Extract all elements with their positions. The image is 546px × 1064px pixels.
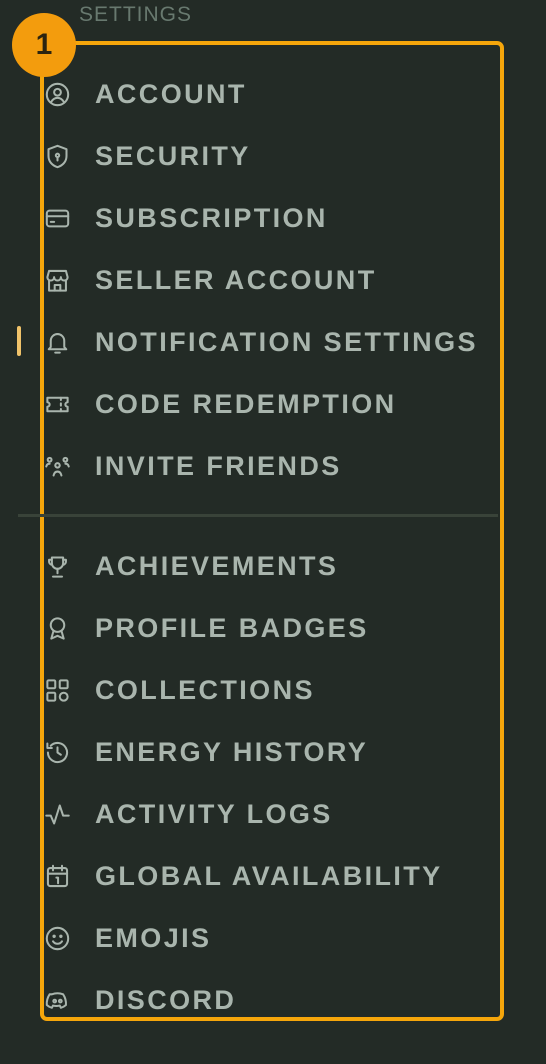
calendar-icon — [44, 862, 72, 890]
sidebar-item-label: NOTIFICATION SETTINGS — [95, 326, 478, 357]
store-icon — [44, 266, 72, 294]
sidebar-item-collections[interactable]: COLLECTIONS — [44, 670, 315, 710]
sidebar-item-account[interactable]: ACCOUNT — [44, 74, 247, 114]
sidebar-item-label: EMOJIS — [95, 922, 212, 953]
history-icon — [44, 738, 72, 766]
sidebar-item-label: INVITE FRIENDS — [95, 450, 342, 481]
sidebar-item-label: CODE REDEMPTION — [95, 388, 397, 419]
sidebar-item-seller-account[interactable]: SELLER ACCOUNT — [44, 260, 377, 300]
sidebar-item-discord[interactable]: DISCORD — [44, 980, 236, 1020]
ticket-icon — [44, 390, 72, 418]
trophy-icon — [44, 552, 72, 580]
sidebar-item-profile-badges[interactable]: PROFILE BADGES — [44, 608, 369, 648]
sidebar-item-label: SUBSCRIPTION — [95, 202, 328, 233]
sidebar-item-invite-friends[interactable]: INVITE FRIENDS — [44, 446, 342, 486]
sidebar-item-label: COLLECTIONS — [95, 674, 315, 705]
sidebar-item-emojis[interactable]: EMOJIS — [44, 918, 211, 958]
discord-icon — [44, 986, 72, 1014]
award-icon — [44, 614, 72, 642]
sidebar-item-label: SELLER ACCOUNT — [95, 264, 377, 295]
sidebar-item-security[interactable]: SECURITY — [44, 136, 251, 176]
sidebar-item-label: DISCORD — [95, 984, 237, 1015]
sidebar-item-achievements[interactable]: ACHIEVEMENTS — [44, 546, 338, 586]
sidebar-item-label: ACHIEVEMENTS — [95, 550, 339, 581]
settings-section-title: SETTINGS — [79, 3, 193, 26]
sidebar-item-label: ACTIVITY LOGS — [95, 798, 333, 829]
active-item-indicator — [17, 326, 21, 356]
users-icon — [44, 452, 72, 480]
sidebar-item-label: PROFILE BADGES — [95, 612, 369, 643]
grid-icon — [44, 676, 72, 704]
sidebar-item-notification-settings[interactable]: NOTIFICATION SETTINGS — [44, 322, 478, 362]
sidebar-item-activity-logs[interactable]: ACTIVITY LOGS — [44, 794, 333, 834]
smiley-icon — [44, 924, 72, 952]
sidebar-item-subscription[interactable]: SUBSCRIPTION — [44, 198, 328, 238]
sidebar-item-label: SECURITY — [95, 140, 251, 171]
bell-icon — [44, 328, 72, 356]
sidebar-item-label: ACCOUNT — [95, 78, 247, 109]
shield-icon — [44, 142, 72, 170]
sidebar-item-label: ENERGY HISTORY — [95, 736, 369, 767]
step-number-badge: 1 — [12, 13, 76, 77]
sidebar-item-label: GLOBAL AVAILABILITY — [95, 860, 443, 891]
activity-icon — [44, 800, 72, 828]
sidebar-item-global-availability[interactable]: GLOBAL AVAILABILITY — [44, 856, 443, 896]
sidebar-item-code-redemption[interactable]: CODE REDEMPTION — [44, 384, 397, 424]
user-circle-icon — [44, 80, 72, 108]
menu-divider — [18, 514, 498, 517]
credit-card-icon — [44, 204, 72, 232]
sidebar-item-energy-history[interactable]: ENERGY HISTORY — [44, 732, 368, 772]
